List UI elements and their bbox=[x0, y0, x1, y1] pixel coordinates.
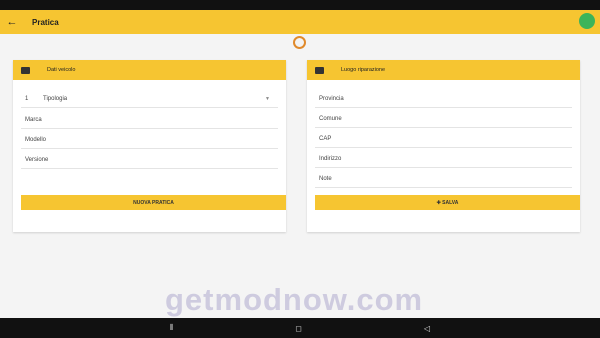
note-field[interactable]: Note bbox=[315, 170, 572, 188]
navigation-bar: ⫴ ◻ ◁ bbox=[0, 318, 600, 338]
provincia-field[interactable]: Provincia bbox=[315, 90, 572, 108]
note-label: Note bbox=[319, 175, 332, 182]
comune-label: Comune bbox=[319, 115, 342, 122]
cap-label: CAP bbox=[319, 135, 332, 142]
tipologia-label: Tipologia bbox=[43, 95, 68, 102]
app-bar: ← Pratica bbox=[0, 10, 600, 34]
modello-field[interactable]: Modello bbox=[21, 131, 278, 149]
comune-field[interactable]: Comune bbox=[315, 110, 572, 128]
tipologia-number: 1 bbox=[25, 95, 29, 102]
chevron-down-icon: ▼ bbox=[265, 95, 270, 102]
provincia-label: Provincia bbox=[319, 95, 344, 102]
cap-field[interactable]: CAP bbox=[315, 130, 572, 148]
versione-field[interactable]: Versione bbox=[21, 151, 278, 169]
book-icon bbox=[315, 66, 324, 74]
recents-icon[interactable]: ⫴ bbox=[170, 323, 173, 333]
arrow-left-icon[interactable]: ← bbox=[0, 10, 24, 34]
vehicle-panel-title: Dati veicolo bbox=[47, 67, 76, 73]
repair-location-panel: Luogo riparazione Provincia Comune CAP I… bbox=[307, 60, 580, 232]
vehicle-panel-header: Dati veicolo bbox=[13, 60, 286, 80]
back-icon[interactable]: ◁ bbox=[424, 324, 430, 333]
modello-label: Modello bbox=[25, 136, 47, 143]
marca-field[interactable]: Marca bbox=[21, 111, 278, 129]
repair-panel-header: Luogo riparazione bbox=[307, 60, 580, 80]
new-practice-button[interactable]: NUOVA PRATICA bbox=[21, 195, 286, 210]
indirizzo-field[interactable]: Indirizzo bbox=[315, 150, 572, 168]
vehicle-panel: Dati veicolo 1 Tipologia ▼ Marca Modello… bbox=[13, 60, 286, 232]
loading-spinner-icon bbox=[293, 36, 306, 49]
repair-panel-title: Luogo riparazione bbox=[341, 67, 386, 73]
car-icon bbox=[21, 66, 30, 74]
tipologia-select[interactable]: 1 Tipologia ▼ bbox=[21, 90, 278, 108]
save-button[interactable]: ✚ SALVA bbox=[315, 195, 580, 210]
watermark: getmodnow.com bbox=[165, 282, 424, 317]
marca-label: Marca bbox=[25, 116, 42, 123]
fab-button[interactable] bbox=[579, 13, 595, 29]
home-icon[interactable]: ◻ bbox=[295, 324, 302, 333]
versione-label: Versione bbox=[25, 156, 49, 163]
page-title: Pratica bbox=[32, 17, 59, 27]
indirizzo-label: Indirizzo bbox=[319, 155, 342, 162]
status-bar bbox=[0, 0, 600, 10]
